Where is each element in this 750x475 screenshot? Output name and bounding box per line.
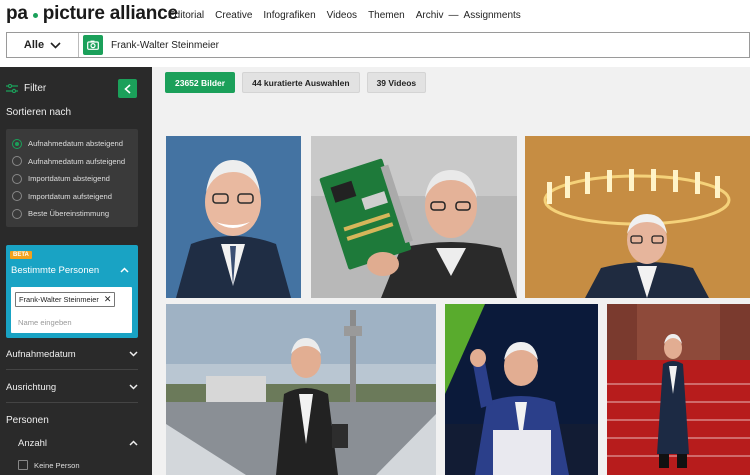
result-photo[interactable] xyxy=(607,304,750,475)
checkbox-icon xyxy=(18,460,28,470)
search-bar: Alle xyxy=(6,32,750,58)
chevron-down-icon xyxy=(129,351,138,357)
filter-label: Filter xyxy=(24,83,47,94)
facet-label: Anzahl xyxy=(18,437,48,449)
specific-persons-title[interactable]: Bestimmte Personen xyxy=(11,265,99,276)
chevron-up-icon xyxy=(129,440,138,446)
nav-assignments[interactable]: Assignments xyxy=(464,10,521,21)
facet-anzahl[interactable]: Anzahl xyxy=(18,435,138,451)
person-input-box: Frank-Walter Steinmeier ✕ xyxy=(11,287,132,333)
search-scope-label: Alle xyxy=(23,39,45,51)
camera-search-button[interactable] xyxy=(83,35,103,55)
sort-option-aufnahmedatum-desc[interactable]: Aufnahmedatum absteigend xyxy=(6,135,138,153)
nav-archiv[interactable]: Archiv xyxy=(416,10,444,21)
sort-option-label: Aufnahmedatum aufsteigend xyxy=(28,156,126,166)
facet-label: Aufnahmedatum xyxy=(6,348,76,360)
nav-infografiken[interactable]: Infografiken xyxy=(263,10,315,21)
radio-icon xyxy=(12,191,22,202)
chevron-up-icon[interactable] xyxy=(120,267,129,273)
sort-option-importdatum-desc[interactable]: Importdatum absteigend xyxy=(6,170,138,188)
filter-header: Filter xyxy=(6,83,46,94)
result-photo[interactable] xyxy=(445,304,598,475)
sort-option-best-match[interactable]: Beste Übereinstimmung xyxy=(6,205,138,223)
checkbox-keine-person[interactable]: Keine Person xyxy=(18,460,80,470)
nav-editorial[interactable]: Editorial xyxy=(168,10,204,21)
sort-option-importdatum-asc[interactable]: Importdatum aufsteigend xyxy=(6,188,138,206)
logo-dot xyxy=(32,12,38,18)
main-nav: Editorial Creative Infografiken Videos T… xyxy=(168,10,521,21)
filter-sidebar: Filter Sortieren nach Aufnahmedatum abst… xyxy=(0,67,152,475)
sort-title: Sortieren nach xyxy=(6,107,72,118)
result-photo[interactable] xyxy=(166,304,436,475)
sort-option-aufnahmedatum-asc[interactable]: Aufnahmedatum aufsteigend xyxy=(6,153,138,171)
checkbox-label: Keine Person xyxy=(34,460,80,470)
sort-option-label: Aufnahmedatum absteigend xyxy=(28,139,123,149)
sort-option-label: Beste Übereinstimmung xyxy=(28,209,110,219)
search-scope-dropdown[interactable]: Alle xyxy=(7,33,79,57)
sort-option-label: Importdatum absteigend xyxy=(28,174,110,184)
collapse-sidebar-button[interactable] xyxy=(118,79,137,98)
nav-themen[interactable]: Themen xyxy=(368,10,405,21)
person-tag: Frank-Walter Steinmeier ✕ xyxy=(15,292,116,307)
facet-aufnahmedatum[interactable]: Aufnahmedatum xyxy=(6,346,138,362)
top-bar: pa picture alliance Editorial Creative I… xyxy=(0,0,750,32)
photo-image xyxy=(525,136,750,298)
nav-videos[interactable]: Videos xyxy=(327,10,357,21)
camera-icon xyxy=(87,40,99,50)
close-icon[interactable]: ✕ xyxy=(104,295,112,304)
nav-separator: — xyxy=(448,10,459,21)
tab-kuratierte-auswahlen[interactable]: 44 kuratierte Auswahlen xyxy=(242,72,360,93)
photo-image xyxy=(445,304,598,475)
facet-label: Ausrichtung xyxy=(6,381,57,393)
personen-title: Personen xyxy=(6,415,49,426)
filter-sliders-icon xyxy=(6,84,18,93)
photo-image xyxy=(311,136,517,298)
tab-videos[interactable]: 39 Videos xyxy=(366,72,427,93)
pa-logo[interactable]: pa picture alliance xyxy=(6,3,178,25)
logo-pa: pa xyxy=(6,3,28,24)
tab-bilder[interactable]: 23652 Bilder xyxy=(165,72,236,93)
chevron-down-icon xyxy=(129,384,138,390)
results-area: 23652 Bilder 44 kuratierte Auswahlen 39 … xyxy=(152,67,750,475)
divider xyxy=(6,402,138,403)
radio-icon xyxy=(12,208,22,219)
radio-icon xyxy=(12,173,22,184)
person-tag-label: Frank-Walter Steinmeier xyxy=(19,295,99,304)
photo-image xyxy=(166,136,301,298)
specific-persons-panel: BETA Bestimmte Personen Frank-Walter Ste… xyxy=(6,245,138,338)
chevron-left-icon xyxy=(124,83,131,94)
person-name-input[interactable] xyxy=(18,316,126,328)
nav-creative[interactable]: Creative xyxy=(215,10,252,21)
divider xyxy=(6,369,138,370)
radio-icon xyxy=(12,156,22,167)
result-photo[interactable] xyxy=(311,136,517,298)
result-tabs: 23652 Bilder 44 kuratierte Auswahlen 39 … xyxy=(165,72,427,93)
chevron-down-icon xyxy=(50,41,61,49)
facet-ausrichtung[interactable]: Ausrichtung xyxy=(6,379,138,395)
radio-selected-icon xyxy=(12,138,22,149)
sort-option-label: Importdatum aufsteigend xyxy=(28,191,113,201)
sort-options: Aufnahmedatum absteigend Aufnahmedatum a… xyxy=(6,129,138,227)
search-input[interactable] xyxy=(111,36,711,54)
logo-text: picture alliance xyxy=(42,3,178,24)
photo-image xyxy=(166,304,436,475)
beta-badge: BETA xyxy=(10,251,32,259)
result-photo[interactable] xyxy=(525,136,750,298)
photo-image xyxy=(607,304,750,475)
result-photo[interactable] xyxy=(166,136,301,298)
